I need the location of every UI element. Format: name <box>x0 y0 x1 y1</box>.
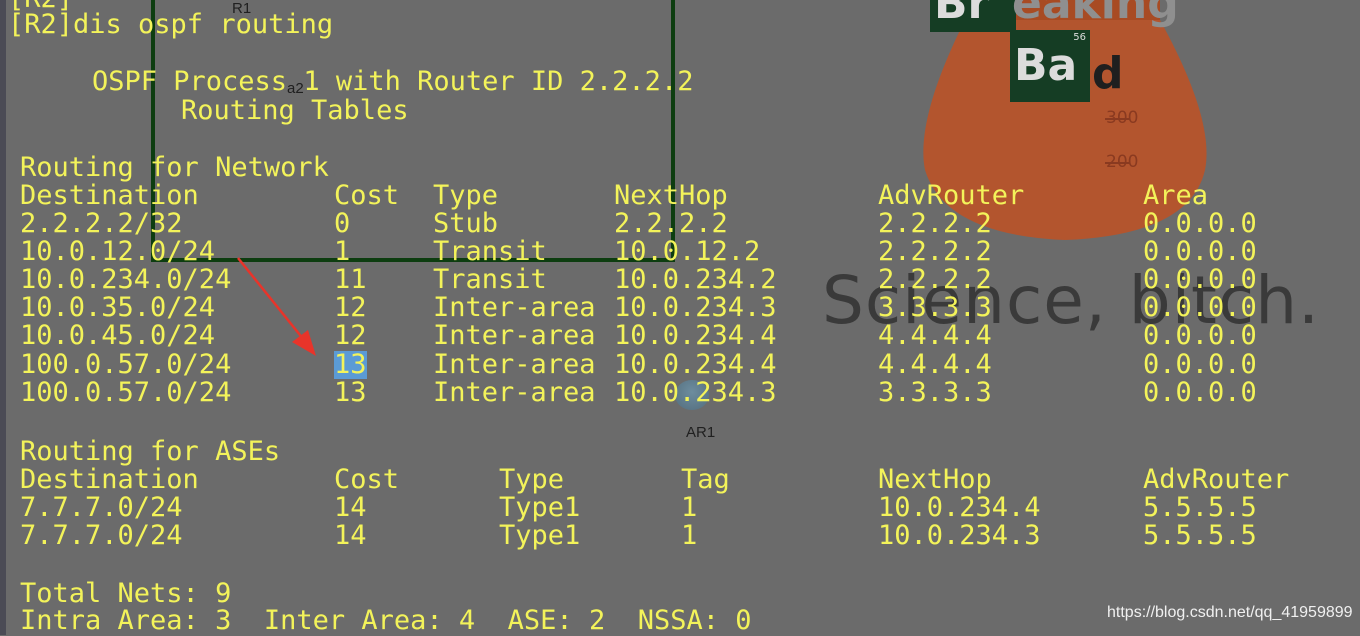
source-watermark: https://blog.csdn.net/qq_41959899 <box>1107 604 1353 621</box>
routing-tables-title: Routing Tables <box>181 95 409 126</box>
col-type: Type <box>499 464 565 495</box>
cell-advrouter: 2.2.2.2 <box>878 264 992 295</box>
cell-nexthop: 10.0.234.4 <box>614 320 777 351</box>
cell-advrouter: 4.4.4.4 <box>878 349 992 380</box>
cell-cost: 13 <box>334 377 367 408</box>
col-nexthop: NextHop <box>614 180 728 211</box>
cell-nexthop: 2.2.2.2 <box>614 208 728 239</box>
cell-destination: 7.7.7.0/24 <box>20 520 183 551</box>
cell-area: 0.0.0.0 <box>1143 264 1257 295</box>
terminal-output: [R2] [R2]dis ospf routing OSPF Process 1… <box>0 0 1360 636</box>
cell-area: 0.0.0.0 <box>1143 320 1257 351</box>
cell-tag: 1 <box>681 520 698 551</box>
cell-nexthop: 10.0.234.3 <box>878 520 1041 551</box>
process-line: OSPF Process 1 with Router ID 2.2.2.2 <box>92 66 694 97</box>
cell-cost: 12 <box>334 292 367 323</box>
cell-destination: 2.2.2.2/32 <box>20 208 183 239</box>
cell-type: Inter-area <box>433 320 596 351</box>
cell-nexthop: 10.0.234.3 <box>614 292 777 323</box>
col-area: Area <box>1143 180 1209 211</box>
cell-cost: 1 <box>334 236 351 267</box>
cell-nexthop: 10.0.234.4 <box>614 349 777 380</box>
cell-advrouter: 5.5.5.5 <box>1143 520 1257 551</box>
cell-type: Inter-area <box>433 349 596 380</box>
command-line[interactable]: [R2]dis ospf routing <box>8 10 333 40</box>
col-advrouter: AdvRouter <box>1143 464 1290 495</box>
cell-destination: 100.0.57.0/24 <box>20 349 232 380</box>
col-destination: Destination <box>20 464 199 495</box>
cell-destination: 7.7.7.0/24 <box>20 492 183 523</box>
cell-nexthop: 10.0.234.4 <box>878 492 1041 523</box>
col-destination: Destination <box>20 180 199 211</box>
cell-area: 0.0.0.0 <box>1143 236 1257 267</box>
cell-type: Type1 <box>499 520 581 551</box>
cell-destination: 100.0.57.0/24 <box>20 377 232 408</box>
cell-advrouter: 2.2.2.2 <box>878 208 992 239</box>
cell-type: Transit <box>433 264 547 295</box>
cell-area: 0.0.0.0 <box>1143 208 1257 239</box>
col-cost: Cost <box>334 464 400 495</box>
cell-cost: 11 <box>334 264 367 295</box>
summary-line: Intra Area: 3 Inter Area: 4 ASE: 2 NSSA:… <box>20 605 752 636</box>
cell-cost: 14 <box>334 492 367 523</box>
col-nexthop: NextHop <box>878 464 992 495</box>
cell-cost: 0 <box>334 208 351 239</box>
cell-cost-selected[interactable]: 13 <box>334 351 367 379</box>
cell-destination: 10.0.234.0/24 <box>20 264 232 295</box>
cell-area: 0.0.0.0 <box>1143 349 1257 380</box>
cell-advrouter: 3.3.3.3 <box>878 377 992 408</box>
cell-type: Type1 <box>499 492 581 523</box>
cell-destination: 10.0.35.0/24 <box>20 292 216 323</box>
col-tag: Tag <box>681 464 730 495</box>
cell-type: Inter-area <box>433 377 596 408</box>
cell-nexthop: 10.0.12.2 <box>614 236 761 267</box>
cell-cost: 12 <box>334 320 367 351</box>
cell-advrouter: 2.2.2.2 <box>878 236 992 267</box>
col-cost: Cost <box>334 180 400 211</box>
cell-type: Transit <box>433 236 547 267</box>
cell-type: Stub <box>433 208 499 239</box>
cell-destination: 10.0.12.0/24 <box>20 236 216 267</box>
cell-type: Inter-area <box>433 292 596 323</box>
col-advrouter: AdvRouter <box>878 180 1025 211</box>
ase-section-title: Routing for ASEs <box>20 436 281 467</box>
col-type: Type <box>433 180 499 211</box>
cell-area: 0.0.0.0 <box>1143 292 1257 323</box>
cell-cost: 14 <box>334 520 367 551</box>
cell-nexthop: 10.0.234.2 <box>614 264 777 295</box>
cell-advrouter: 5.5.5.5 <box>1143 492 1257 523</box>
cell-nexthop: 10.0.234.3 <box>614 377 777 408</box>
cell-area: 0.0.0.0 <box>1143 377 1257 408</box>
cell-advrouter: 4.4.4.4 <box>878 320 992 351</box>
cell-tag: 1 <box>681 492 698 523</box>
network-section-title: Routing for Network <box>20 152 329 183</box>
cell-destination: 10.0.45.0/24 <box>20 320 216 351</box>
cell-advrouter: 3.3.3.3 <box>878 292 992 323</box>
